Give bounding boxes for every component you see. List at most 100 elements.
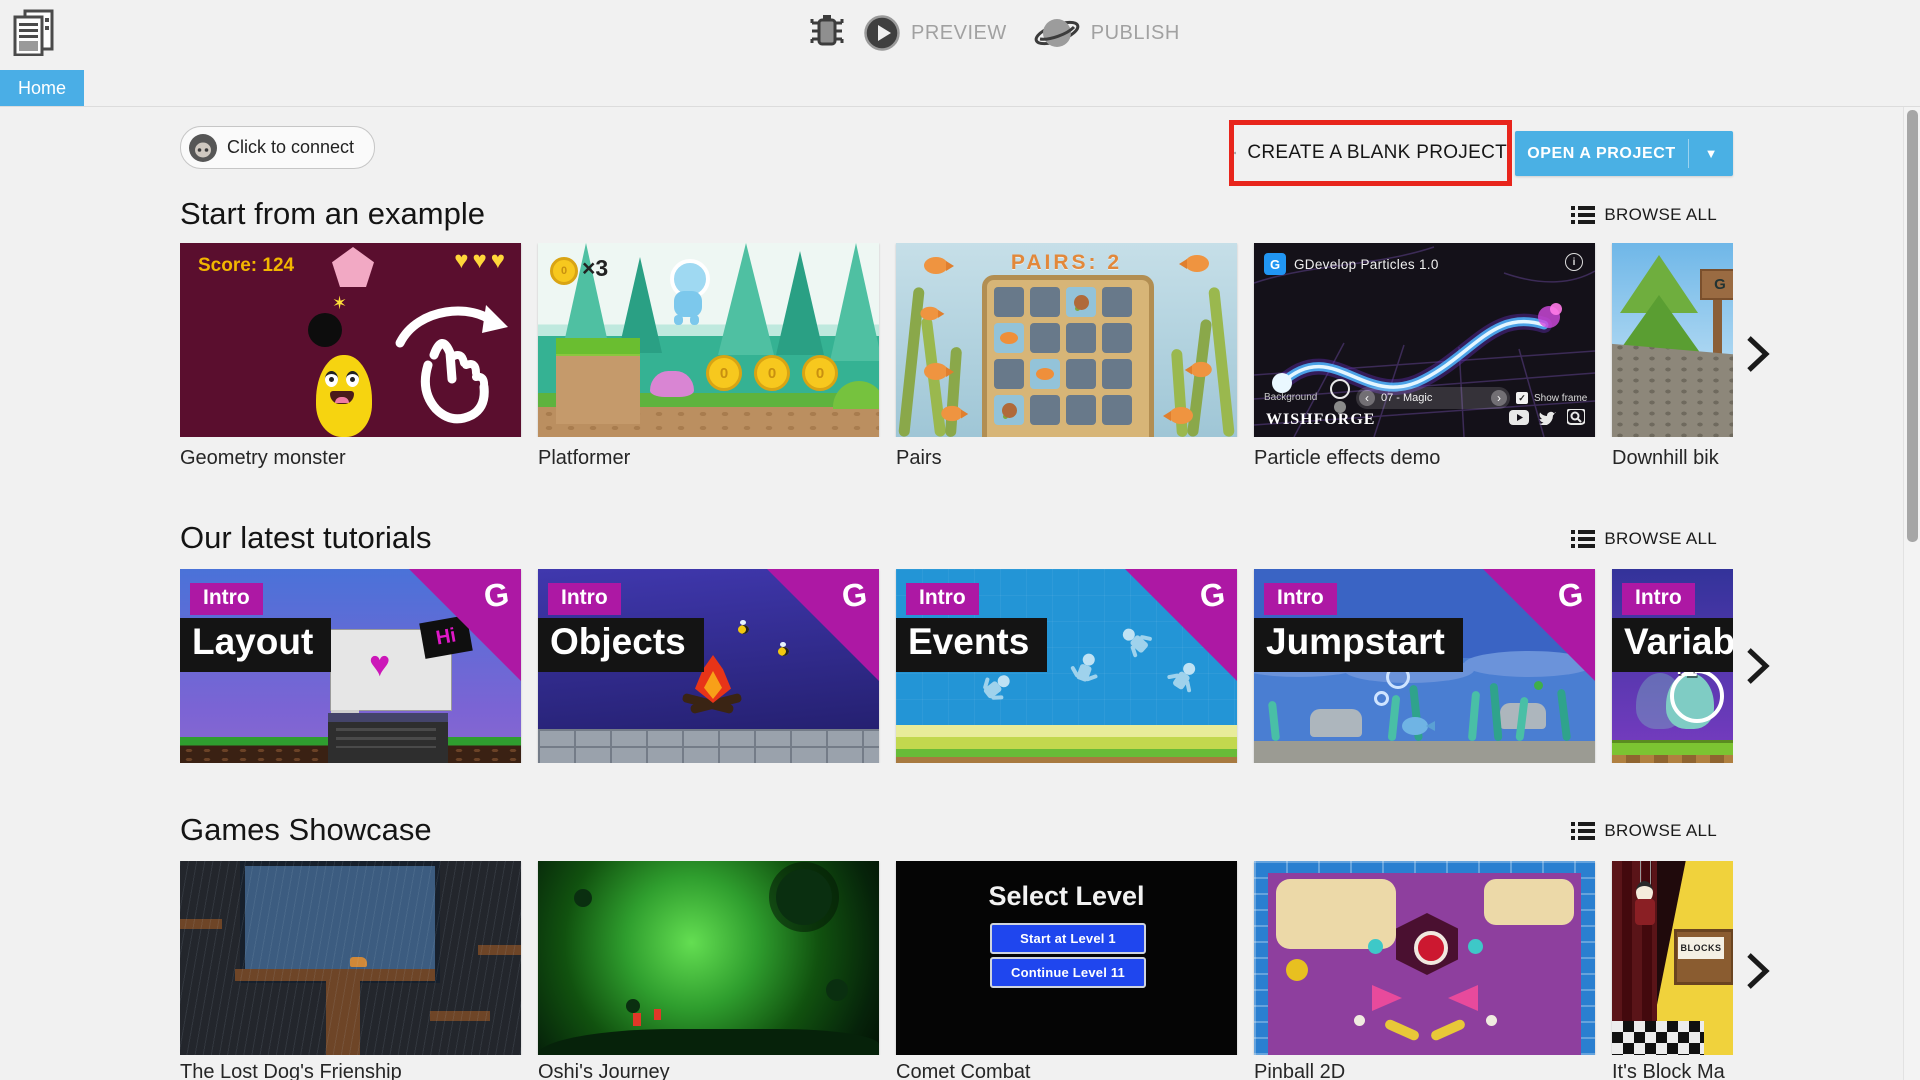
open-project-dropdown-caret[interactable]: ▼ bbox=[1689, 146, 1733, 161]
scroll-right-showcase-button[interactable] bbox=[1742, 950, 1772, 992]
monster-eye bbox=[325, 371, 338, 387]
pairs-score-label: PAIRS: 2 bbox=[1010, 251, 1123, 274]
example-card-platformer[interactable]: 0 ×3 0 0 0 bbox=[538, 243, 879, 437]
ground-strip bbox=[896, 725, 1237, 737]
tutorial-card-objects[interactable]: G Intro Objects bbox=[538, 569, 879, 763]
blocks-sign: BLOCKS bbox=[1678, 937, 1724, 959]
ground-strip bbox=[896, 757, 1237, 763]
tutorial-card-variables[interactable]: +1 Intro Variab bbox=[1612, 569, 1733, 763]
leg-shape bbox=[674, 315, 683, 325]
body-shape bbox=[674, 291, 702, 317]
preview-button[interactable]: PREVIEW bbox=[863, 14, 1007, 52]
card-tile-flipped bbox=[994, 395, 1024, 425]
ragdoll-sprite bbox=[974, 667, 1017, 708]
open-project-button[interactable]: OPEN A PROJECT ▼ bbox=[1515, 131, 1733, 176]
tutorial-title: Events bbox=[896, 618, 1048, 672]
coin-icon: 0 bbox=[550, 257, 578, 285]
example-card-particle-effects[interactable]: G GDevelop Particles 1.0 i Background ‹ … bbox=[1254, 243, 1595, 437]
intro-badge: Intro bbox=[906, 583, 979, 615]
card-caption: It's Block Ma bbox=[1612, 1061, 1725, 1080]
card-tile bbox=[1066, 395, 1096, 425]
scroll-right-tutorials-button[interactable] bbox=[1742, 645, 1772, 687]
fish-sprite bbox=[941, 405, 969, 422]
create-blank-project-label: CREATE A BLANK PROJECT bbox=[1247, 142, 1507, 163]
card-tile bbox=[994, 359, 1024, 389]
bee-sprite bbox=[738, 620, 749, 634]
playfield-panel bbox=[1484, 879, 1574, 925]
selector-value: 07 - Magic bbox=[1381, 392, 1433, 404]
card-tile bbox=[1030, 395, 1060, 425]
section-title-showcase: Games Showcase bbox=[180, 812, 432, 847]
showcase-card-oshi[interactable] bbox=[538, 861, 879, 1055]
checker-floor bbox=[1612, 1021, 1704, 1055]
flipper-shape bbox=[1429, 1018, 1467, 1042]
example-card-downhill-bike[interactable]: G bbox=[1612, 243, 1733, 437]
browse-all-tutorials-button[interactable]: BROWSE ALL bbox=[1571, 528, 1717, 550]
intro-badge: Intro bbox=[1622, 583, 1695, 615]
demo-title: GDevelop Particles 1.0 bbox=[1294, 256, 1439, 272]
objects-panel bbox=[328, 713, 448, 763]
bee-sprite bbox=[778, 642, 789, 656]
card-caption: Platformer bbox=[538, 447, 631, 469]
bush-shape bbox=[833, 381, 879, 409]
fish-sprite bbox=[924, 363, 954, 380]
monster-mouth bbox=[330, 391, 354, 404]
coin-icon: 0 bbox=[706, 355, 742, 391]
vertical-scrollbar-track[interactable] bbox=[1903, 107, 1920, 1080]
tree-shape bbox=[776, 251, 824, 355]
selector-prev-icon: ‹ bbox=[1359, 390, 1375, 406]
tutorial-card-jumpstart[interactable]: G Intro Jumpstart bbox=[1254, 569, 1595, 763]
fish-sprite bbox=[1190, 361, 1212, 378]
intro-badge: Intro bbox=[1264, 583, 1337, 615]
bomb-shape bbox=[308, 313, 342, 347]
card-tile bbox=[1066, 323, 1096, 353]
showcase-card-comet-combat[interactable]: Select Level Start at Level 1 Continue L… bbox=[896, 861, 1237, 1055]
show-frame-label: Show frame bbox=[1534, 393, 1588, 404]
examples-card-row: Score: 124 ♥♥♥ ✶ 0 ×3 0 0 0 PAIRS: 2 G G… bbox=[180, 243, 1733, 437]
scroll-right-examples-button[interactable] bbox=[1742, 333, 1772, 375]
hearts-icons: ♥♥♥ bbox=[454, 247, 509, 274]
example-card-pairs[interactable]: PAIRS: 2 bbox=[896, 243, 1237, 437]
showcase-card-lost-dog[interactable] bbox=[180, 861, 521, 1055]
showcase-card-pinball[interactable] bbox=[1254, 861, 1595, 1055]
debugger-button[interactable] bbox=[807, 11, 847, 56]
connect-button[interactable]: Click to connect bbox=[180, 126, 376, 169]
coin-icon: 0 bbox=[754, 355, 790, 391]
example-card-geometry-monster[interactable]: Score: 124 ♥♥♥ ✶ bbox=[180, 243, 521, 437]
swipe-gesture-icon bbox=[395, 305, 508, 424]
info-icon: i bbox=[1565, 253, 1583, 271]
pentagon-shape bbox=[332, 247, 374, 287]
showcase-card-blocks[interactable]: BLOCKS bbox=[1612, 861, 1733, 1055]
browse-all-label: BROWSE ALL bbox=[1604, 821, 1717, 840]
tutorial-title: Variab bbox=[1612, 618, 1733, 672]
tab-home[interactable]: Home bbox=[0, 70, 84, 107]
silhouette-orb bbox=[626, 999, 640, 1013]
intro-badge: Intro bbox=[190, 583, 263, 615]
planet-icon bbox=[1034, 19, 1080, 47]
publish-button[interactable]: PUBLISH bbox=[1033, 12, 1180, 54]
background-toggle-circle bbox=[1330, 379, 1350, 399]
create-blank-project-button[interactable]: CREATE A BLANK PROJECT bbox=[1234, 125, 1507, 181]
slingshot-shape bbox=[1372, 985, 1402, 1011]
vertical-scrollbar-thumb[interactable] bbox=[1907, 110, 1918, 542]
card-caption: The Lost Dog's Frienship bbox=[180, 1061, 402, 1080]
tutorial-title: Jumpstart bbox=[1254, 618, 1463, 672]
tutorial-card-layout[interactable]: ♥ Hi G Intro Layout bbox=[180, 569, 521, 763]
bumper-dot bbox=[1286, 959, 1308, 981]
project-manager-icon[interactable] bbox=[12, 8, 58, 57]
tutorial-card-events[interactable]: G Intro Events bbox=[896, 569, 1237, 763]
start-level-button-image: Start at Level 1 bbox=[990, 923, 1146, 954]
profile-avatar-icon bbox=[189, 133, 217, 162]
connect-label: Click to connect bbox=[227, 137, 355, 157]
ground-strip bbox=[896, 737, 1237, 749]
card-tile bbox=[1030, 323, 1060, 353]
brick-ground bbox=[538, 729, 879, 763]
browse-all-examples-button[interactable]: BROWSE ALL bbox=[1571, 204, 1717, 226]
browse-all-showcase-button[interactable]: BROWSE ALL bbox=[1571, 820, 1717, 842]
plant-dot bbox=[1534, 681, 1543, 690]
bumper-dot bbox=[1368, 939, 1383, 954]
tab-bar-divider bbox=[0, 106, 1920, 107]
card-tile bbox=[1102, 323, 1132, 353]
ground-strip bbox=[896, 749, 1237, 757]
publish-label: PUBLISH bbox=[1090, 21, 1180, 44]
